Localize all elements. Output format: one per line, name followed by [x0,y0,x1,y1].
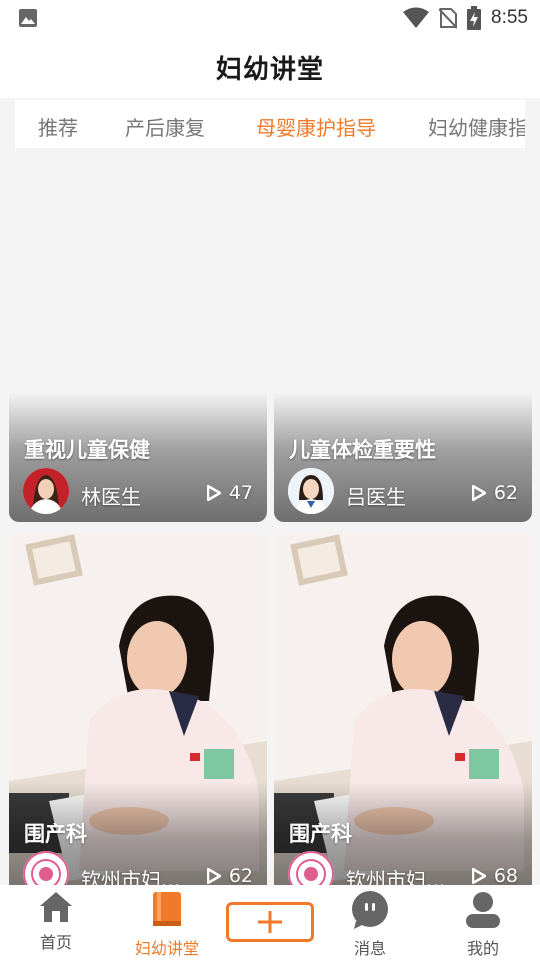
video-grid: 重视儿童保健 林医生 47 儿童体检重要性 吕医生 62 围产科 钦州市妇...… [0,150,540,885]
add-button[interactable] [226,902,314,942]
battery-charging-icon [467,6,482,30]
tab-maternal-child-health[interactable]: 妇幼健康指 [428,112,525,141]
person-icon [466,892,500,928]
play-icon [471,868,486,884]
play-icon [471,485,486,501]
video-title: 儿童体检重要性 [289,438,436,462]
tab-maternal-infant-care[interactable]: 母婴康护指导 [256,112,376,141]
author-name: 钦州市妇... [81,868,181,885]
play-icon [206,868,221,884]
nav-lecture-hall-label: 妇幼讲堂 [134,939,199,958]
page-title: 妇幼讲堂 [215,54,324,85]
nav-home-label: 首页 [39,933,72,952]
status-bar: 8:55 [0,0,540,36]
author-avatar [288,468,334,514]
book-icon [153,892,181,926]
nav-profile[interactable]: 我的 [438,891,528,959]
nav-messages-label: 消息 [353,939,386,958]
video-card[interactable]: 重视儿童保健 林医生 47 [9,150,267,522]
play-icon [206,485,221,501]
video-card[interactable]: 围产科 钦州市妇... 62 [9,531,267,885]
wifi-icon [403,7,430,28]
view-count: 62 [471,482,518,504]
category-tabs: 推荐 产后康复 母婴康护指导 妇幼健康指 [15,100,525,148]
view-count-value: 68 [493,865,518,885]
author-name: 钦州市妇... [346,868,446,885]
app-header: 妇幼讲堂 [0,36,540,98]
view-count-value: 62 [493,482,518,504]
no-sim-icon [439,8,458,29]
chat-icon [352,891,388,929]
video-title: 围产科 [289,822,352,846]
status-time: 8:55 [491,7,528,28]
bottom-navigation: 首页 妇幼讲堂 消息 我的 [0,885,540,960]
view-count: 47 [206,482,253,504]
nav-messages[interactable]: 消息 [325,891,415,959]
view-count: 62 [206,865,253,885]
video-card[interactable]: 儿童体检重要性 吕医生 62 [274,150,532,522]
nav-profile-label: 我的 [466,939,499,958]
video-card[interactable]: 围产科 钦州市妇... 68 [274,531,532,885]
tab-postpartum-recovery[interactable]: 产后康复 [125,112,205,141]
nav-home[interactable]: 首页 [11,891,101,953]
video-title: 围产科 [24,822,87,846]
image-notification-icon [19,9,37,27]
view-count-value: 47 [228,482,253,504]
tab-recommend[interactable]: 推荐 [38,112,78,141]
video-title: 重视儿童保健 [24,438,150,462]
author-avatar [23,468,69,514]
plus-icon [258,911,282,933]
view-count-value: 62 [228,865,253,885]
author-name: 吕医生 [346,485,406,509]
view-count: 68 [471,865,518,885]
author-name: 林医生 [81,485,141,509]
home-icon [40,892,72,922]
nav-lecture-hall[interactable]: 妇幼讲堂 [122,891,212,959]
